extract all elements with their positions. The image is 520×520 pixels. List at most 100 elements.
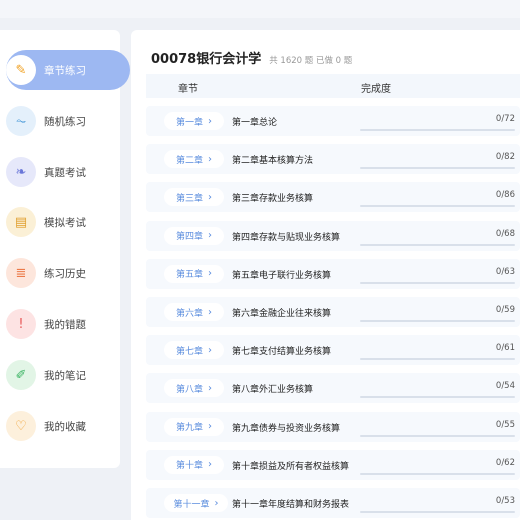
table-header: 章节 完成度 [146,74,520,98]
chapter-title: 第五章电子联行业务核算 [232,270,332,281]
chapter-button[interactable]: 第十章 › [164,455,224,474]
progress-count: 0/55 [495,419,515,430]
chapter-row[interactable]: 第十章 › 第十章损益及所有者权益核算 0/62 [146,449,520,480]
progress-bar [360,129,515,131]
chapter-row[interactable]: 第六章 › 第六章金融企业往来核算 0/59 [146,297,520,327]
chapter-title: 第九章债券与投资业务核算 [232,423,341,434]
progress-count: 0/86 [495,190,515,201]
chapter-title: 第六章金融企业往来核算 [232,309,332,319]
chevron-right-icon: › [208,382,212,394]
progress-count: 0/59 [495,305,515,315]
chapter-button-label: 第七章 [175,346,203,357]
chapter-button-label: 第十一章 [173,499,210,510]
pen-icon: ✎ [6,55,36,85]
sidebar-item-0[interactable]: ✎ 章节练习 [6,50,130,90]
chevron-right-icon: › [214,497,219,509]
sidebar-item-label: 我的笔记 [44,369,86,382]
progress-count: 0/54 [495,381,515,392]
main-panel: 00078银行会计学 共 1620 题 已做 0 题 章节 完成度 第一章 › 第一… [131,30,520,520]
sidebar-item-label: 随机练习 [44,115,86,128]
title-row: 00078银行会计学 共 1620 题 已做 0 题 [151,48,352,67]
column-header-chapter: 章节 [178,84,198,95]
list-icon: ≣ [6,258,36,288]
question-stats: 共 1620 题 已做 0 题 [269,56,353,66]
progress-bar [360,511,515,513]
chevron-right-icon: › [208,268,212,280]
chapter-row[interactable]: 第八章 › 第八章外汇业务核算 0/54 [146,373,520,404]
sidebar-item-label: 我的错题 [44,318,86,331]
sidebar: ✎ 章节练习 ⏦ 随机练习 ❧ 真题考试 ▤ 模拟考试 ≣ 练习历史! 我的错题 ✐ 我的笔记 ♡ 我的收藏 [0,30,130,468]
progress-bar [360,396,515,399]
chapter-button-label: 第二章 [175,155,203,166]
chapter-title: 第八章外汇业务核算 [232,385,314,396]
chapter-title: 第四章存款与贴现业务核算 [232,232,341,243]
chapter-row[interactable]: 第三章 › 第三章存款业务核算 0/86 [146,182,520,213]
chapter-title: 第十一章年度结算和财务报表 [232,500,350,510]
chevron-right-icon: › [208,421,212,433]
heart-icon: ♡ [6,411,36,441]
chapter-button-label: 第十章 [175,461,203,472]
chevron-right-icon: › [208,344,212,356]
chapter-title: 第一章总论 [232,118,278,128]
chapter-button[interactable]: 第四章 › [164,226,224,245]
chevron-right-icon: › [208,115,212,127]
progress-bar [360,472,515,475]
chapter-button[interactable]: 第八章 › [164,379,224,398]
top-band [0,0,520,18]
chevron-right-icon: › [208,459,212,471]
chapter-button[interactable]: 第九章 › [164,417,224,436]
progress-count: 0/53 [495,496,515,506]
chapter-button[interactable]: 第六章 › [164,303,224,321]
chapter-row[interactable]: 第五章 › 第五章电子联行业务核算 0/63 [146,258,520,289]
chapter-button[interactable]: 第一章 › [164,112,224,130]
chapter-title: 第七章支付结算业务核算 [232,347,332,358]
progress-bar [360,434,515,437]
chapter-button-label: 第四章 [175,232,203,243]
chapter-row[interactable]: 第二章 › 第二章基本核算方法 0/82 [146,144,520,175]
sidebar-item-label: 练习历史 [44,267,86,280]
chapter-button[interactable]: 第三章 › [164,188,224,207]
document-icon: ▤ [6,207,36,237]
chapter-row[interactable]: 第七章 › 第七章支付结算业务核算 0/61 [146,335,520,366]
progress-count: 0/61 [495,343,515,354]
chapter-button[interactable]: 第五章 › [164,264,224,283]
pulse-icon: ⏦ [6,106,36,136]
chapter-button[interactable]: 第二章 › [164,150,224,169]
sidebar-item-label: 章节练习 [44,64,86,77]
chapter-title: 第十章损益及所有者权益核算 [232,461,350,472]
sidebar-item-2[interactable]: ❧ 真题考试 [6,152,130,192]
chevron-right-icon: › [208,306,212,318]
chevron-right-icon: › [208,191,212,203]
progress-bar [360,243,515,246]
chapter-button-label: 第九章 [175,423,203,434]
chapter-row[interactable]: 第九章 › 第九章债券与投资业务核算 0/55 [146,411,520,442]
sidebar-item-6[interactable]: ✐ 我的笔记 [6,355,130,395]
sidebar-item-1[interactable]: ⏦ 随机练习 [6,101,130,141]
chapter-row[interactable]: 第一章 › 第一章总论 0/72 [146,106,520,136]
chapter-button[interactable]: 第七章 › [164,341,224,360]
progress-bar [360,205,515,208]
chapter-button[interactable]: 第十一章 › [164,494,228,512]
chapter-title: 第三章存款业务核算 [232,194,314,205]
sidebar-item-label: 模拟考试 [44,216,86,229]
progress-count: 0/63 [495,266,515,277]
chapter-row[interactable]: 第四章 › 第四章存款与贴现业务核算 0/68 [146,220,520,251]
page-title: 00078银行会计学 [151,52,262,67]
sidebar-item-3[interactable]: ▤ 模拟考试 [6,202,130,242]
sidebar-item-5[interactable]: ! 我的错题 [6,304,130,344]
column-header-progress: 完成度 [361,84,391,95]
alert-icon: ! [6,309,36,339]
sidebar-item-7[interactable]: ♡ 我的收藏 [6,406,130,446]
sidebar-item-label: 我的收藏 [44,420,86,433]
chapter-title: 第二章基本核算方法 [232,156,314,167]
book-icon: ❧ [6,157,36,187]
sidebar-item-4[interactable]: ≣ 练习历史 [6,253,130,293]
progress-bar [360,281,515,284]
progress-bar [360,167,515,170]
chapter-row[interactable]: 第十一章 › 第十一章年度结算和财务报表 0/53 [146,488,520,518]
progress-bar [360,358,515,361]
chapter-button-label: 第五章 [175,270,203,281]
chapter-button-label: 第一章 [175,117,203,128]
chapter-button-label: 第三章 [175,193,203,204]
chevron-right-icon: › [208,153,212,165]
